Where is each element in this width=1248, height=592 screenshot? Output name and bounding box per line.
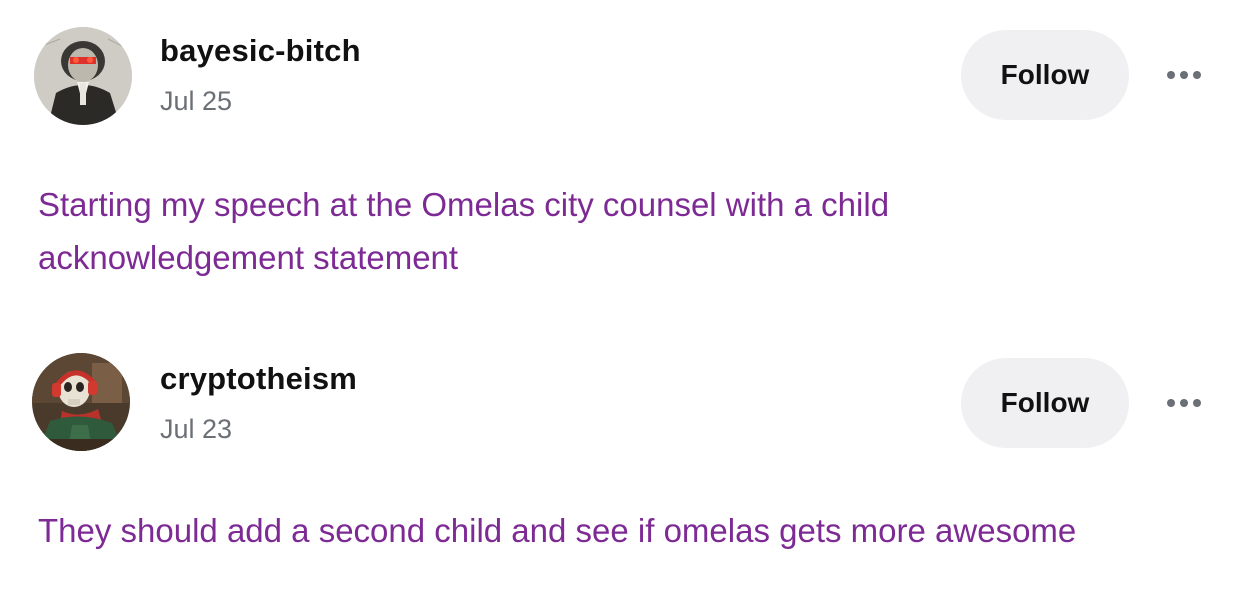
post-date[interactable]: Jul 25 (160, 86, 232, 117)
dot (1167, 71, 1175, 79)
dot (1167, 399, 1175, 407)
username[interactable]: bayesic-bitch (160, 33, 361, 69)
post-card: cryptotheism Jul 23 Follow They should a… (0, 330, 1248, 592)
username[interactable]: cryptotheism (160, 361, 357, 397)
dot (1193, 71, 1201, 79)
skeleton-with-headphones-avatar-icon (32, 353, 130, 451)
post-body: They should add a second child and see i… (38, 512, 1077, 549)
post-date[interactable]: Jul 23 (160, 414, 232, 445)
follow-button[interactable]: Follow (961, 358, 1129, 448)
post-card: bayesic-bitch Jul 25 Follow Starting my … (0, 0, 1248, 300)
follow-button[interactable]: Follow (961, 30, 1129, 120)
dot (1193, 399, 1201, 407)
avatar[interactable] (32, 353, 130, 451)
dot (1180, 399, 1188, 407)
dot (1180, 71, 1188, 79)
engraved-portrait-avatar-icon (34, 27, 132, 125)
post-body: Starting my speech at the Omelas city co… (38, 186, 890, 276)
avatar[interactable] (34, 27, 132, 125)
more-horizontal-icon[interactable] (1158, 58, 1210, 92)
more-horizontal-icon[interactable] (1158, 386, 1210, 420)
